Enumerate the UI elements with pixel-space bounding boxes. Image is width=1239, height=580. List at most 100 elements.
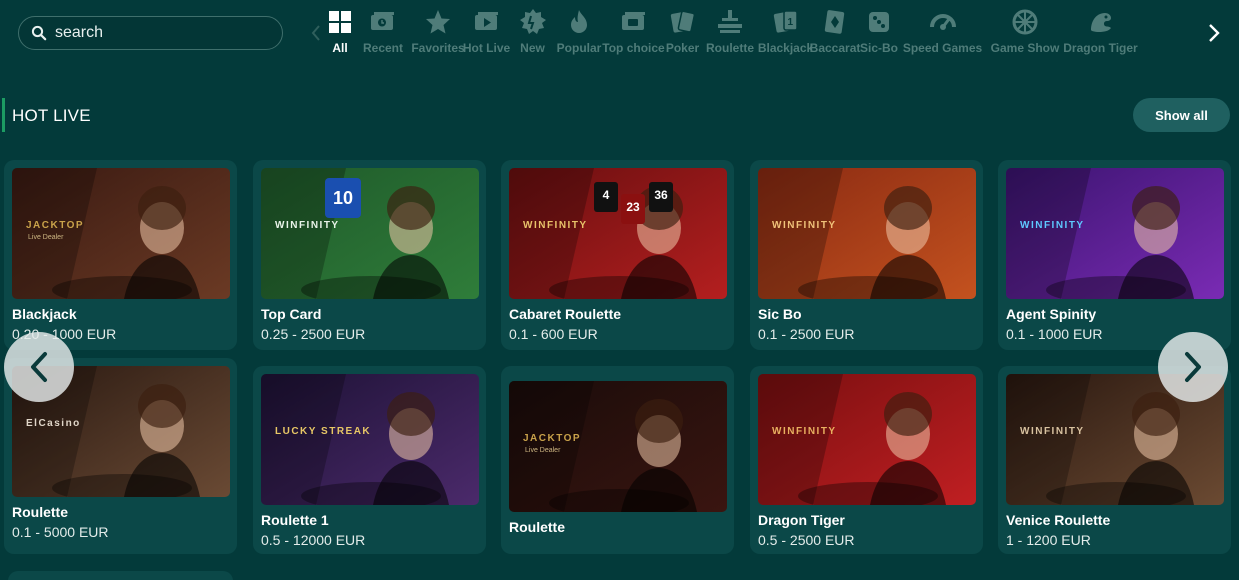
category-top-choice[interactable]: Top choice xyxy=(602,8,665,62)
game-bet-limits: 0.1 - 2500 EUR xyxy=(758,326,855,342)
game-card[interactable]: WINFINITY Sic Bo 0.1 - 2500 EUR xyxy=(750,160,983,350)
chevron-right-icon xyxy=(1209,24,1220,42)
roulette-result-number: 36 xyxy=(654,188,668,202)
grid-icon xyxy=(326,8,354,36)
category-label: Popular xyxy=(556,41,602,55)
category-label: Favorites xyxy=(411,41,465,55)
category-poker[interactable]: Poker xyxy=(665,8,700,62)
roulette-icon xyxy=(716,8,744,36)
new-badge-icon xyxy=(519,8,547,36)
game-thumbnail[interactable]: WINFINITY xyxy=(758,374,976,505)
chevron-left-icon xyxy=(31,352,47,382)
provider-logo: WINFINITY xyxy=(523,220,588,231)
hot-live-icon xyxy=(473,8,501,36)
category-recent[interactable]: Recent xyxy=(354,8,412,62)
speedometer-icon xyxy=(929,8,957,36)
section-accent-bar xyxy=(2,98,5,132)
game-thumbnail-art xyxy=(261,374,479,505)
game-bet-limits: 1 - 1200 EUR xyxy=(1006,532,1091,548)
provider-logo: LUCKY STREAK xyxy=(275,426,372,437)
category-bar: All Recent Favorites Hot Live New Popular Top … xyxy=(326,8,1138,62)
category-label: Sic-Bo xyxy=(859,41,898,55)
categories-prev-button[interactable] xyxy=(310,24,322,42)
next-row-card-edge xyxy=(8,571,233,580)
provider-logo: JACKTOP xyxy=(26,220,85,231)
game-bet-limits: 0.25 - 2500 EUR xyxy=(261,326,366,342)
roulette-result-number: 4 xyxy=(602,188,610,202)
provider-logo: WINFINITY xyxy=(772,426,837,437)
blackjack-icon: 1 xyxy=(772,8,800,36)
category-popular[interactable]: Popular xyxy=(556,8,602,62)
game-name: Venice Roulette xyxy=(1006,512,1111,528)
game-thumbnail[interactable]: WINFINITY 4 23 36 xyxy=(509,168,727,299)
game-card[interactable]: JACKTOP Live Dealer Blackjack 0.20 - 1000 E… xyxy=(4,160,237,350)
category-baccarat[interactable]: Baccarat xyxy=(810,8,860,62)
game-card[interactable]: LUCKY STREAK Roulette 1 0.5 - 12000 EUR xyxy=(253,366,486,554)
category-new[interactable]: New xyxy=(509,8,556,62)
game-card[interactable]: WINFINITY Agent Spinity 0.1 - 1000 EUR xyxy=(998,160,1231,350)
category-label: Roulette xyxy=(706,41,754,55)
category-speed-games[interactable]: Speed Games xyxy=(899,8,986,62)
provider-logo: ElCasino xyxy=(26,418,81,429)
game-thumbnail[interactable]: WINFINITY 10 xyxy=(261,168,479,299)
wheel-icon xyxy=(1011,8,1039,36)
provider-logo: WINFINITY xyxy=(1020,220,1085,231)
category-sic-bo[interactable]: Sic-Bo xyxy=(859,8,899,62)
game-name: Blackjack xyxy=(12,306,77,322)
show-all-button[interactable]: Show all xyxy=(1133,98,1230,132)
game-name: Roulette xyxy=(509,519,565,535)
carousel-next-button[interactable] xyxy=(1158,332,1228,402)
game-card[interactable]: WINFINITY Dragon Tiger 0.5 - 2500 EUR xyxy=(750,366,983,554)
game-bet-limits: 0.1 - 600 EUR xyxy=(509,326,598,342)
game-name: Sic Bo xyxy=(758,306,802,322)
category-label: Speed Games xyxy=(902,41,983,55)
category-label: Hot Live xyxy=(462,41,511,55)
game-card[interactable]: JACKTOP Live Dealer Roulette xyxy=(501,366,734,554)
dragon-icon xyxy=(1087,8,1115,36)
game-name: Top Card xyxy=(261,306,322,322)
jersey-number: 10 xyxy=(332,188,354,208)
category-blackjack[interactable]: 1 Blackjack xyxy=(758,8,813,62)
recent-icon xyxy=(369,8,397,36)
game-thumbnail[interactable]: JACKTOP Live Dealer xyxy=(12,168,230,299)
category-label: Top choice xyxy=(602,41,665,55)
provider-logo: JACKTOP xyxy=(523,433,582,444)
carousel-prev-button[interactable] xyxy=(4,332,74,402)
category-roulette[interactable]: Roulette xyxy=(700,8,760,62)
categories-next-button[interactable] xyxy=(1207,22,1221,44)
category-label: Poker xyxy=(665,41,700,55)
flame-icon xyxy=(565,8,593,36)
game-card[interactable]: WINFINITY 4 23 36 Cabaret Roulette 0.1 - 600 … xyxy=(501,160,734,350)
category-label: All xyxy=(332,41,348,55)
game-thumbnail[interactable]: WINFINITY xyxy=(1006,168,1224,299)
game-name: Roulette 1 xyxy=(261,512,329,528)
game-bet-limits: 0.1 - 5000 EUR xyxy=(12,524,109,540)
game-card[interactable]: WINFINITY 10 Top Card 0.25 - 2500 EUR xyxy=(253,160,486,350)
dice-icon xyxy=(865,8,893,36)
category-game-show[interactable]: Game Show xyxy=(986,8,1064,62)
game-bet-limits: 0.5 - 12000 EUR xyxy=(261,532,366,548)
category-all[interactable]: All xyxy=(326,8,354,62)
category-hot-live[interactable]: Hot Live xyxy=(462,8,511,62)
category-label: Game Show xyxy=(990,41,1060,55)
game-thumbnail-art xyxy=(509,168,727,299)
game-thumbnail[interactable]: WINFINITY xyxy=(758,168,976,299)
baccarat-icon xyxy=(821,8,849,36)
game-name: Dragon Tiger xyxy=(758,512,845,528)
game-name: Agent Spinity xyxy=(1006,306,1097,322)
game-thumbnail-art xyxy=(1006,168,1224,299)
section-title: HOT LIVE xyxy=(12,106,91,125)
category-favorites[interactable]: Favorites xyxy=(411,8,465,62)
game-thumbnail[interactable]: LUCKY STREAK xyxy=(261,374,479,505)
game-thumbnail[interactable]: JACKTOP Live Dealer xyxy=(509,381,727,512)
search-box[interactable] xyxy=(18,16,283,50)
category-label: Dragon Tiger xyxy=(1063,41,1138,55)
provider-logo-subtitle: Live Dealer xyxy=(28,234,64,241)
game-thumbnail-art xyxy=(758,374,976,505)
game-bet-limits: 0.5 - 2500 EUR xyxy=(758,532,855,548)
category-dragon-tiger[interactable]: Dragon Tiger xyxy=(1063,8,1138,62)
provider-logo: WINFINITY xyxy=(275,220,340,231)
search-input[interactable] xyxy=(55,24,265,42)
game-name: Cabaret Roulette xyxy=(509,306,622,322)
search-icon xyxy=(31,25,47,41)
